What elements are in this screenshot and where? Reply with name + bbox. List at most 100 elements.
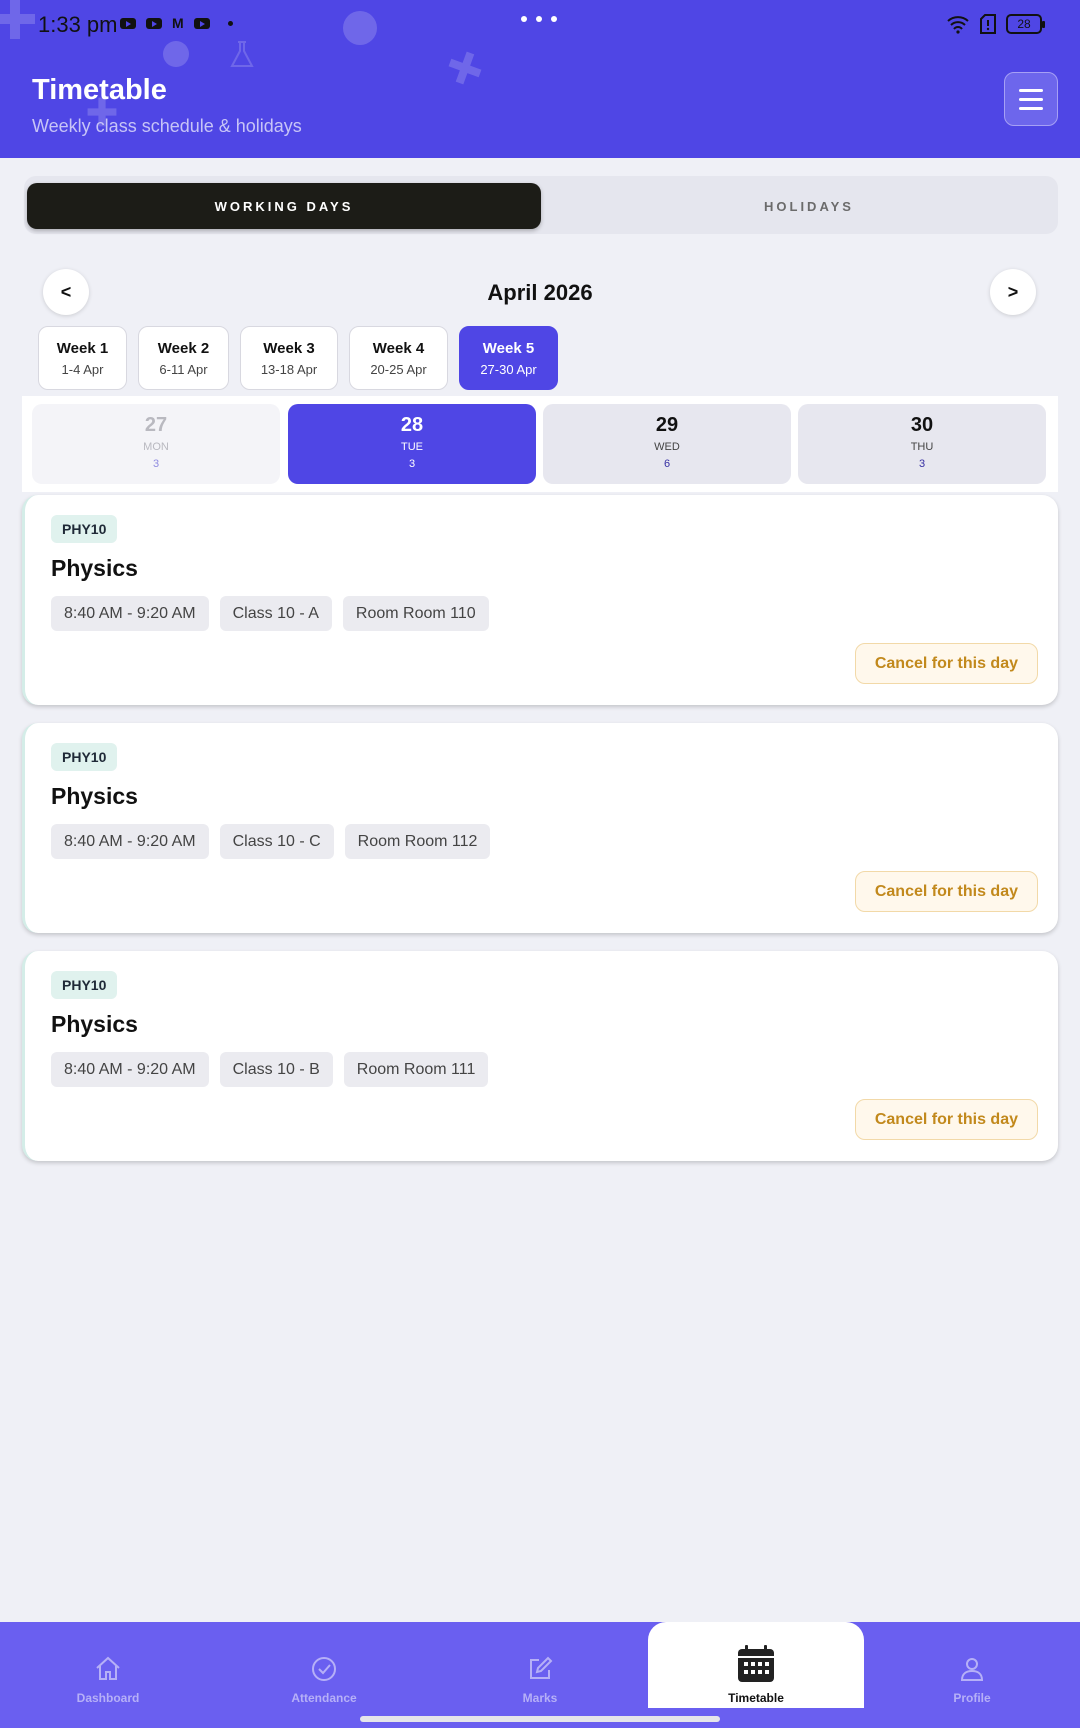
day-class-count: 3: [408, 458, 416, 470]
nav-marks[interactable]: Marks: [432, 1622, 648, 1728]
subject-code-badge: PHY10: [51, 971, 118, 999]
class-chip: Class 10 - A: [219, 596, 332, 631]
day-27[interactable]: 27 MON 3: [32, 404, 280, 484]
week-name: Week 3: [263, 340, 315, 357]
day-28[interactable]: 28 TUE 3: [288, 404, 536, 484]
notification-icons: M: [120, 15, 233, 31]
week-range: 6-11 Apr: [159, 362, 208, 377]
decorative-circle-icon: [343, 11, 377, 45]
tab-holidays[interactable]: HOLIDAYS: [564, 183, 1054, 229]
hamburger-icon: [1019, 88, 1043, 92]
menu-button[interactable]: [1004, 72, 1058, 126]
more-notifications-icon: [227, 21, 233, 26]
day-weekday: MON: [143, 441, 169, 453]
decorative-plus-icon: [448, 51, 482, 85]
next-month-button[interactable]: >: [990, 269, 1036, 315]
day-weekday: THU: [910, 441, 934, 453]
day-class-count: 6: [663, 458, 671, 470]
day-29[interactable]: 29 WED 6: [543, 404, 791, 484]
time-chip: 8:40 AM - 9:20 AM: [51, 824, 209, 859]
day-number: 28: [400, 414, 424, 436]
class-card: PHY10 Physics 8:40 AM - 9:20 AM Class 10…: [22, 951, 1058, 1161]
day-class-count: 3: [918, 458, 926, 470]
nav-profile[interactable]: Profile: [864, 1622, 1080, 1728]
week-name: Week 1: [56, 340, 109, 357]
page-subtitle: Weekly class schedule & holidays: [32, 116, 302, 136]
subject-name: Physics: [51, 1011, 138, 1037]
prev-month-button[interactable]: <: [43, 269, 89, 315]
bottom-navigation: Dashboard Attendance Marks Timetable Pro…: [0, 1622, 1080, 1728]
decorative-plus-icon: [0, 0, 35, 39]
subject-name: Physics: [51, 783, 138, 809]
class-details: 8:40 AM - 9:20 AM Class 10 - A Room Room…: [51, 596, 489, 631]
battery-icon: 28: [1006, 14, 1045, 34]
week-name: Week 5: [482, 340, 535, 357]
wifi-icon: [947, 16, 969, 34]
week-chip-3[interactable]: Week 3 13-18 Apr: [240, 326, 338, 390]
class-chip: Class 10 - C: [219, 824, 334, 859]
status-right-icons: 28: [946, 14, 1045, 34]
decorative-flask-icon: [230, 41, 254, 67]
subject-code-badge: PHY10: [51, 515, 118, 543]
week-range: 27-30 Apr: [480, 362, 537, 377]
class-card: PHY10 Physics 8:40 AM - 9:20 AM Class 10…: [22, 495, 1058, 705]
day-weekday: WED: [654, 441, 680, 453]
day-weekday: TUE: [401, 441, 423, 453]
youtube-icon: [120, 18, 136, 29]
cancel-class-button[interactable]: Cancel for this day: [854, 643, 1038, 684]
class-details: 8:40 AM - 9:20 AM Class 10 - B Room Room…: [51, 1052, 489, 1087]
day-number: 27: [144, 414, 168, 436]
cancel-class-button[interactable]: Cancel for this day: [854, 871, 1038, 912]
class-card: PHY10 Physics 8:40 AM - 9:20 AM Class 10…: [22, 723, 1058, 933]
time-chip: 8:40 AM - 9:20 AM: [51, 1052, 209, 1087]
tab-working-days[interactable]: WORKING DAYS: [27, 183, 541, 229]
youtube-icon: [193, 18, 210, 29]
nav-label: Attendance: [291, 1691, 357, 1705]
room-chip: Room Room 111: [343, 1052, 489, 1087]
class-chip: Class 10 - B: [219, 1052, 333, 1087]
gmail-icon: M: [172, 15, 184, 31]
week-name: Week 2: [157, 340, 210, 357]
month-label: April 2026: [487, 280, 593, 305]
week-name: Week 4: [372, 340, 425, 357]
youtube-icon: [146, 18, 162, 29]
time-chip: 8:40 AM - 9:20 AM: [51, 596, 209, 631]
day-number: 29: [655, 414, 679, 436]
week-range: 20-25 Apr: [370, 362, 427, 377]
week-chip-1[interactable]: Week 1 1-4 Apr: [38, 326, 127, 390]
app-header: 1:33 pm M 28 Timetable Weekly class sche…: [0, 0, 1080, 158]
nav-label: Dashboard: [76, 1691, 140, 1705]
day-30[interactable]: 30 THU 3: [798, 404, 1046, 484]
subject-code-badge: PHY10: [51, 743, 118, 771]
subject-name: Physics: [51, 555, 138, 581]
check-circle-icon: [312, 1657, 336, 1681]
class-details: 8:40 AM - 9:20 AM Class 10 - C Room Room…: [51, 824, 491, 859]
nav-dashboard[interactable]: Dashboard: [0, 1622, 216, 1728]
room-chip: Room Room 112: [344, 824, 491, 859]
nav-label: Marks: [522, 1691, 558, 1705]
day-number: 30: [910, 414, 934, 436]
week-chip-4[interactable]: Week 4 20-25 Apr: [349, 326, 448, 390]
decorative-circle-icon: [163, 41, 189, 67]
week-range: 13-18 Apr: [260, 362, 318, 377]
user-icon: [960, 1658, 984, 1681]
view-toggle: WORKING DAYS HOLIDAYS: [24, 176, 1058, 234]
nav-label: Profile: [953, 1691, 991, 1705]
home-indicator[interactable]: [360, 1716, 720, 1722]
day-selector: 27 MON 3 28 TUE 3 29 WED 6 30 THU 3: [22, 396, 1058, 492]
week-chip-5[interactable]: Week 5 27-30 Apr: [459, 326, 558, 390]
day-class-count: 3: [152, 458, 160, 470]
week-chip-2[interactable]: Week 2 6-11 Apr: [138, 326, 229, 390]
status-dots-icon: [521, 16, 557, 22]
week-range: 1-4 Apr: [61, 362, 104, 377]
nav-timetable[interactable]: Timetable: [648, 1622, 864, 1708]
room-chip: Room Room 110: [342, 596, 489, 631]
page-title: Timetable: [32, 74, 167, 106]
home-icon: [96, 1656, 120, 1680]
sim-alert-icon: [980, 14, 996, 34]
nav-attendance[interactable]: Attendance: [216, 1622, 432, 1728]
calendar-icon: [738, 1645, 774, 1682]
cancel-class-button[interactable]: Cancel for this day: [854, 1099, 1038, 1140]
nav-label: Timetable: [728, 1691, 784, 1705]
status-time: 1:33 pm: [38, 12, 118, 37]
